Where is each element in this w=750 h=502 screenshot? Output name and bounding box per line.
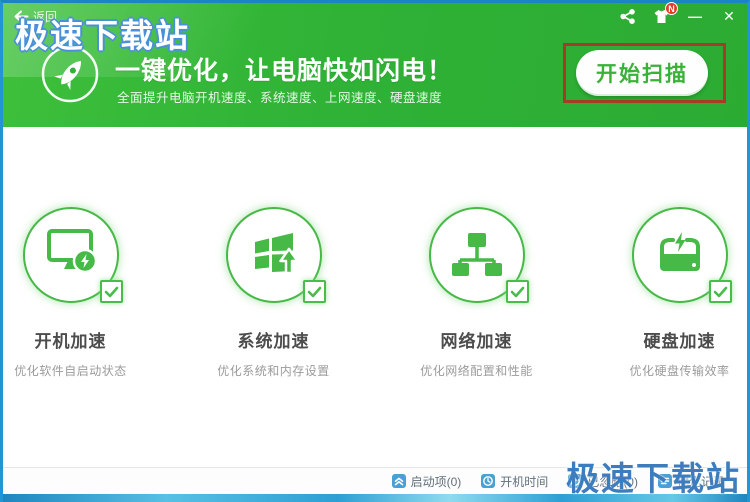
footer-link-ignored[interactable]: 已忽略(0) [568, 473, 638, 490]
rocket-icon [41, 45, 99, 103]
promo-button[interactable]: N [651, 6, 671, 26]
close-button[interactable]: ✕ [719, 6, 739, 26]
startup-items-icon [392, 474, 406, 488]
feature-subtitle: 优化硬盘传输效率 [629, 362, 729, 379]
footer-link-records[interactable]: 优化记录 [658, 473, 725, 490]
feature-title: 硬盘加速 [644, 327, 716, 352]
footer-bar: 启动项(0) 开机时间 已忽略(0) 优化记录 [3, 467, 747, 494]
window-controls: N — ✕ [617, 6, 739, 26]
footer-link-boot-time[interactable]: 开机时间 [481, 473, 548, 490]
close-icon: ✕ [723, 9, 735, 23]
feature-subtitle: 优化网络配置和性能 [420, 362, 533, 379]
feature-circle [23, 207, 119, 303]
feature-title: 网络加速 [441, 327, 513, 352]
hero-section: 一键优化，让电脑快如闪电！ 全面提升电脑开机速度、系统速度、上网速度、硬盘速度 … [3, 29, 747, 127]
feature-subtitle: 优化系统和内存设置 [217, 362, 330, 379]
back-button[interactable]: 返回 [13, 8, 57, 25]
feature-circle [632, 207, 728, 303]
feature-row: 开机加速 优化软件自启动状态 [3, 207, 747, 379]
feature-circle [429, 207, 525, 303]
app-window: 返回 N — ✕ [0, 0, 750, 502]
network-nodes-icon [448, 227, 506, 284]
feature-network-speedup: 网络加速 优化网络配置和性能 [409, 207, 544, 379]
checkbox-checked[interactable] [709, 280, 732, 303]
minimize-button[interactable]: — [685, 6, 705, 26]
footer-link-label: 已忽略(0) [587, 473, 638, 490]
footer-link-label: 优化记录 [677, 473, 725, 490]
clock-icon [481, 474, 495, 488]
disk-bolt-icon [651, 227, 709, 284]
checkbox-checked[interactable] [303, 280, 326, 303]
titlebar: 返回 N — ✕ [3, 3, 747, 29]
back-label: 返回 [33, 8, 57, 25]
main-content: 开机加速 优化软件自启动状态 [3, 127, 747, 468]
minimize-icon: — [688, 9, 702, 23]
start-scan-button[interactable]: 开始扫描 [576, 50, 708, 96]
feature-subtitle: 优化软件自启动状态 [14, 362, 127, 379]
feature-boot-speedup: 开机加速 优化软件自启动状态 [3, 207, 138, 379]
feature-title: 开机加速 [35, 327, 107, 352]
share-button[interactable] [617, 6, 637, 26]
window-bottom-border [3, 494, 747, 502]
feature-disk-speedup: 硬盘加速 优化硬盘传输效率 [612, 207, 747, 379]
feature-circle [226, 207, 322, 303]
records-icon [658, 474, 672, 488]
notification-badge: N [665, 2, 678, 15]
feature-title: 系统加速 [238, 327, 310, 352]
header-banner: 返回 N — ✕ [3, 3, 747, 127]
checkbox-checked[interactable] [506, 280, 529, 303]
monitor-bolt-icon [40, 225, 102, 286]
page-subtitle: 全面提升电脑开机速度、系统速度、上网速度、硬盘速度 [117, 87, 442, 106]
back-arrow-icon [13, 10, 29, 23]
share-icon [620, 9, 635, 24]
ignored-icon [568, 474, 582, 488]
footer-link-label: 启动项(0) [411, 473, 462, 490]
footer-link-label: 开机时间 [500, 473, 548, 490]
feature-system-speedup: 系统加速 优化系统和内存设置 [206, 207, 341, 379]
page-title: 一键优化，让电脑快如闪电！ [115, 51, 453, 87]
footer-link-startup-items[interactable]: 启动项(0) [392, 473, 462, 490]
checkbox-checked[interactable] [100, 280, 123, 303]
windows-up-arrow-icon [245, 227, 303, 284]
